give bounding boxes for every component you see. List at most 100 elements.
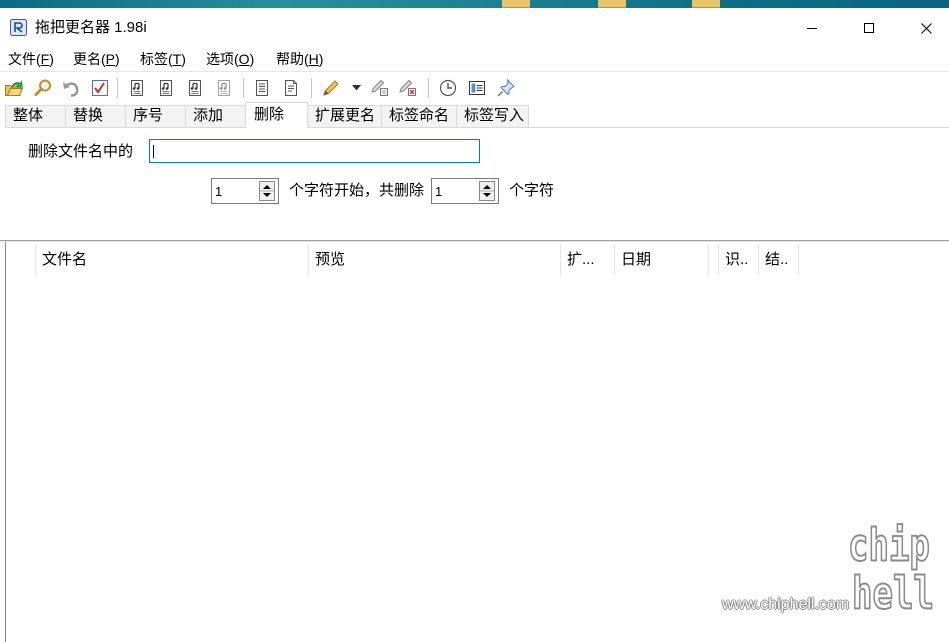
music-tag-button-4[interactable] [213,77,235,99]
pen-button[interactable] [320,77,342,99]
search-icon [34,79,51,96]
close-button[interactable] [904,8,949,48]
delete-count-input[interactable] [432,179,478,203]
tab-replace[interactable]: 替换 [65,105,126,127]
minimize-button[interactable] [789,8,835,48]
column-header-extension[interactable]: 扩... [560,244,615,276]
clock-button[interactable] [437,77,459,99]
delete-count-text: 个字符 [509,182,555,199]
pen-icon [323,80,339,96]
menu-label: 帮助( [276,51,309,67]
spin-arrows-icon[interactable] [479,181,495,201]
document-button-2[interactable] [280,77,302,99]
column-header-index[interactable] [6,244,36,276]
delete-text-input[interactable] [149,139,480,163]
music-file-icon [189,80,201,96]
pen-clear-icon [371,79,388,96]
delete-label: 删除文件名中的 [28,143,134,160]
menu-accelerator: P [105,51,116,67]
column-header-preview[interactable]: 预览 [308,244,561,276]
tab-delete[interactable]: 删除 [245,102,308,128]
tab-tag-naming[interactable]: 标签命名 [381,105,457,127]
toolbar-separator [311,78,312,98]
undo-icon [63,82,79,97]
toolbar-separator [243,78,244,98]
tab-tag-writing[interactable]: 标签写入 [456,105,529,127]
toolbar-separator [117,78,118,98]
pen-clear-button[interactable] [369,77,391,99]
menu-help[interactable]: 帮助(H) [276,48,323,71]
pin-button[interactable] [495,77,517,99]
document-button-1[interactable] [251,77,273,99]
menu-tags[interactable]: 标签(T) [140,48,186,71]
document-icon [256,80,268,96]
pen-delete-button[interactable] [397,77,419,99]
panel-button[interactable] [466,77,488,99]
text-caret [153,145,154,158]
tab-add[interactable]: 添加 [185,105,246,127]
start-position-text: 个字符开始，共删除 [289,182,425,199]
column-header-result[interactable]: 结.. [758,244,799,276]
minimize-icon [807,27,817,29]
toolbar-separator [428,78,429,98]
menu-label: 文件( [8,51,41,67]
tab-overall[interactable]: 整体 [5,105,66,127]
clock-icon [439,79,457,97]
close-icon [921,22,932,34]
menu-options[interactable]: 选项(O) [206,48,254,71]
menu-label: 标签( [140,51,173,67]
open-folder-icon [5,79,24,96]
pin-icon [497,78,515,97]
column-header-filename[interactable]: 文件名 [35,244,309,276]
document-icon [285,80,297,96]
watermark-logo-line: hell [851,568,934,621]
delete-count-spinbox[interactable] [431,178,499,204]
music-tag-button-1[interactable] [126,77,148,99]
watermark-url: www.chiphell.com [722,596,850,613]
menu-label: ) [249,51,255,67]
music-file-icon [160,80,172,96]
search-button[interactable] [32,77,54,99]
menu-label: 更名( [73,51,106,67]
file-list[interactable]: 文件名 预览 扩... 日期 识.. 结.. [5,242,949,642]
undo-button[interactable] [60,77,82,99]
menu-bar: 文件(F) 更名(P) 标签(T) 选项(O) 帮助(H) [0,48,949,71]
pen-dropdown-button[interactable] [350,77,362,99]
watermark-logo-line: chip [847,520,930,573]
column-header-identify[interactable]: 识.. [718,244,759,276]
menu-accelerator: F [40,51,50,67]
spin-arrows-icon[interactable] [259,181,275,201]
menu-label: ) [49,51,54,67]
column-header-date[interactable]: 日期 [614,244,709,276]
tab-extended-rename[interactable]: 扩展更名 [307,105,382,127]
desktop-folder-icon [598,0,626,8]
select-all-button[interactable] [89,77,111,99]
menu-label: ) [181,51,186,67]
menu-label: ) [318,51,324,67]
open-folder-button[interactable] [3,77,25,99]
pen-delete-icon [399,79,416,96]
maximize-button[interactable] [846,8,892,48]
menu-accelerator: T [172,51,182,67]
checkbox-icon [92,80,108,96]
maximize-icon [864,23,874,33]
panel-icon [469,81,485,95]
app-icon [10,19,27,36]
menu-label: 选项( [206,51,239,67]
desktop-folder-icon [502,0,530,8]
tab-sequence[interactable]: 序号 [125,105,186,127]
window-title: 拖把更名器 1.98i [35,19,147,36]
music-tag-button-2[interactable] [155,77,177,99]
music-file-icon [218,80,230,96]
start-position-input[interactable] [212,179,258,203]
music-tag-button-3[interactable] [184,77,206,99]
start-position-spinbox[interactable] [211,178,279,204]
menu-rename[interactable]: 更名(P) [73,48,120,71]
menu-accelerator: H [308,51,319,67]
menu-label: ) [115,51,120,67]
dropdown-arrow-icon [351,85,361,91]
desktop-background [0,0,949,8]
menu-file[interactable]: 文件(F) [8,48,54,71]
music-file-icon [131,80,143,96]
menu-accelerator: O [238,51,250,67]
